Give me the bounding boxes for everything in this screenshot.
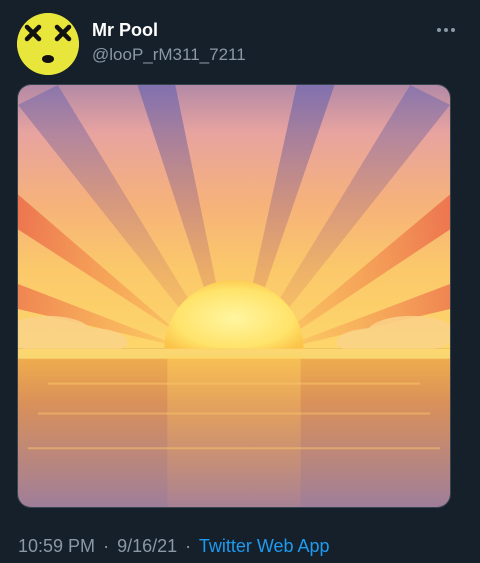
user-handle[interactable]: @looP_rM311_7211	[92, 44, 246, 66]
tweet-card: Mr Pool @looP_rM311_7211 10:59 PM · 9/16…	[0, 0, 480, 563]
tweet-time[interactable]: 10:59 PM	[18, 536, 95, 556]
more-options-button[interactable]	[434, 18, 458, 42]
meta-separator: ·	[103, 536, 110, 556]
more-options-icon	[437, 28, 455, 32]
avatar[interactable]	[17, 13, 79, 75]
tweet-media-image[interactable]	[17, 84, 451, 508]
display-name[interactable]: Mr Pool	[92, 19, 158, 41]
tweet-source-link[interactable]: Twitter Web App	[199, 536, 330, 556]
sunrise-over-water-icon	[18, 85, 450, 507]
dizzy-face-emoji-icon	[17, 13, 79, 75]
tweet-date[interactable]: 9/16/21	[117, 536, 177, 556]
meta-separator: ·	[185, 536, 192, 556]
tweet-meta: 10:59 PM · 9/16/21 · Twitter Web App	[18, 535, 330, 557]
